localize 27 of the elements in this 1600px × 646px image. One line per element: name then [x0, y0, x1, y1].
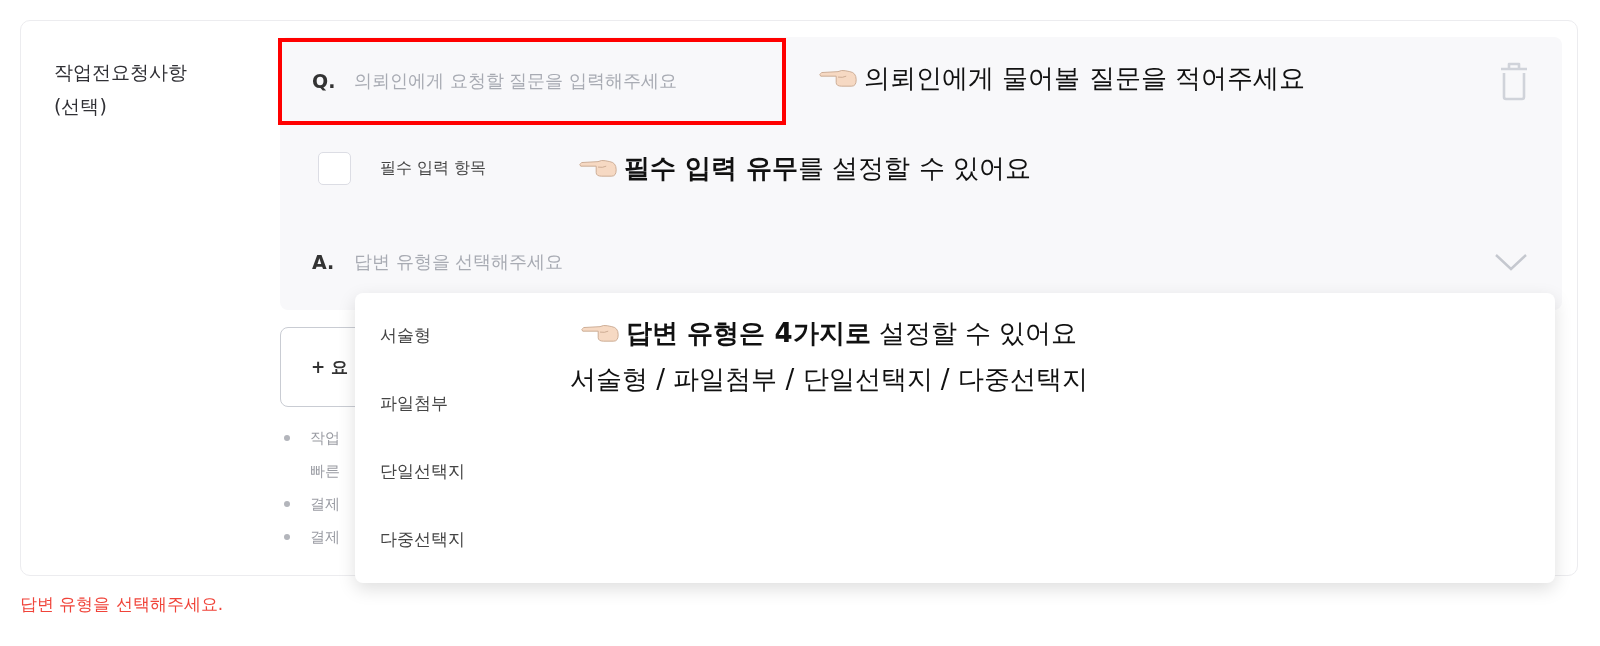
chevron-down-icon [1494, 252, 1528, 272]
dropdown-option[interactable]: 서술형 [355, 315, 560, 383]
question-field[interactable]: 의뢰인에게 요청할 질문을 입력해주세요 [354, 70, 774, 91]
note-text: 작업 [310, 428, 340, 449]
dropdown-option[interactable]: 단일선택지 [355, 451, 560, 519]
bullet-icon [284, 435, 290, 441]
required-checkbox[interactable] [318, 151, 351, 185]
note-text: 결제 [310, 494, 340, 515]
annotation-text: 의뢰인에게 물어볼 질문을 적어주세요 [864, 62, 1305, 95]
answer-type-select[interactable]: A. 답변 유형을 선택해주세요 [280, 237, 1562, 287]
dropdown-option[interactable]: 파일첨부 [355, 383, 560, 451]
error-message: 답변 유형을 선택해주세요. [20, 593, 224, 616]
pointing-hand-icon [580, 323, 621, 343]
field-label: 작업전요청사항 [54, 60, 188, 85]
note-text: 결제 [310, 527, 340, 548]
note-text: 빠른 [310, 461, 340, 482]
bullet-icon [284, 501, 290, 507]
bullet-icon [284, 534, 290, 540]
annotation-text: 서술형 / 파일첨부 / 단일선택지 / 다중선택지 [570, 363, 1088, 396]
annotation-text: 답변 유형은 4가지로 설정할 수 있어요 [626, 317, 1078, 350]
question-prefix: Q. [312, 69, 337, 92]
dropdown-option[interactable]: 다중선택지 [355, 519, 560, 587]
pointing-hand-icon [578, 158, 618, 178]
annotation-text: 필수 입력 유무를 설정할 수 있어요 [624, 152, 1031, 185]
field-label-note: (선택) [54, 94, 108, 119]
pointing-hand-icon [818, 68, 858, 88]
required-label: 필수 입력 항목 [380, 157, 487, 179]
